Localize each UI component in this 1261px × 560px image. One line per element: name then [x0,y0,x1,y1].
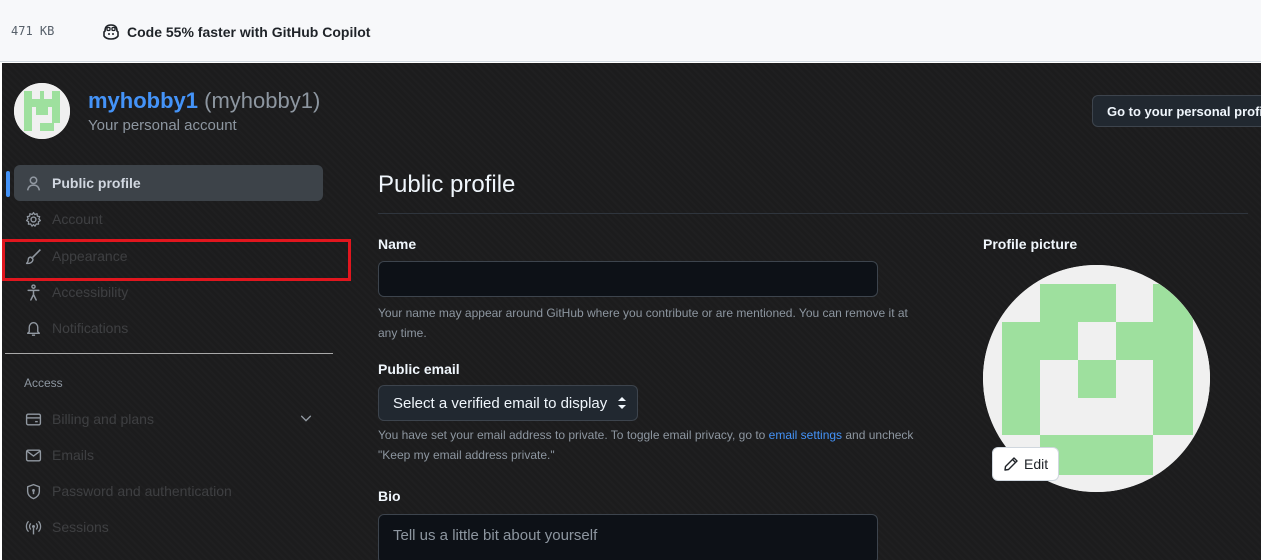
public-email-select[interactable]: Select a verified email to display [378,385,639,421]
email-settings-link[interactable]: email settings [769,428,842,442]
sidebar-item-label: Accessibility [52,284,129,300]
sidebar-item-label: Public profile [52,175,141,191]
chevron-down-icon[interactable] [299,411,313,425]
sidebar-item-label: Password and authentication [52,483,232,499]
sidebar-heading-access: Access [24,376,63,390]
page-title: Public profile [378,171,1248,214]
sidebar-item-password[interactable]: Password and authentication [14,473,323,509]
avatar[interactable] [14,83,70,139]
top-strip: 471 KB Code 55% faster with GitHub Copil… [0,0,1261,62]
highlight-box [2,239,351,281]
copilot-icon [103,24,119,40]
name-help-text: Your name may appear around GitHub where… [378,306,908,340]
sidebar-item-label: Notifications [52,320,129,336]
pencil-icon [1004,457,1018,471]
profile-picture-label: Profile picture [983,236,1078,252]
sidebar-item-emails[interactable]: Emails [14,437,323,473]
bell-icon [24,319,42,337]
file-size: 471 KB [11,24,55,38]
account-login-link[interactable]: myhobby1 [88,88,198,113]
gear-icon [24,210,42,228]
credit-card-icon [24,410,42,428]
sidebar-item-account[interactable]: Account [14,201,323,237]
email-help-text: You have set your email address to priva… [378,428,914,462]
account-login-paren: (myhobby1) [204,88,321,113]
sidebar-item-public-profile[interactable]: Public profile [14,165,323,201]
person-icon [24,174,42,192]
active-indicator [6,171,10,197]
bio-label: Bio [378,488,401,504]
account-header: myhobby1 (myhobby1) Your personal accoun… [14,83,320,139]
sidebar-item-notifications[interactable]: Notifications [14,310,323,346]
sidebar-item-billing[interactable]: Billing and plans [14,401,323,437]
shield-lock-icon [24,482,42,500]
edit-picture-button[interactable]: Edit [992,447,1060,481]
promo-text: Code 55% faster with GitHub Copilot [127,24,371,40]
sidebar-item-label: Emails [52,447,95,463]
accessibility-icon [24,283,42,301]
sidebar-item-sessions[interactable]: Sessions [14,509,323,545]
go-to-profile-button[interactable]: Go to your personal profile [1092,95,1261,127]
bio-textarea[interactable]: Tell us a little bit about yourself [378,514,878,560]
select-arrows-icon [618,397,627,409]
name-input[interactable] [378,261,878,297]
sidebar-item-label: Sessions [52,519,109,535]
sidebar-item-label: Billing and plans [52,411,154,427]
sidebar-item-label: Account [52,211,103,227]
edit-label: Edit [1024,456,1049,472]
email-select-value: Select a verified email to display [393,394,608,412]
sidebar-divider [5,353,333,354]
account-subtitle: Your personal account [88,117,237,134]
mail-icon [24,446,42,464]
copilot-promo-link[interactable]: Code 55% faster with GitHub Copilot [101,22,370,42]
identicon-image [14,83,70,139]
name-label: Name [378,236,417,252]
broadcast-icon [24,518,42,536]
